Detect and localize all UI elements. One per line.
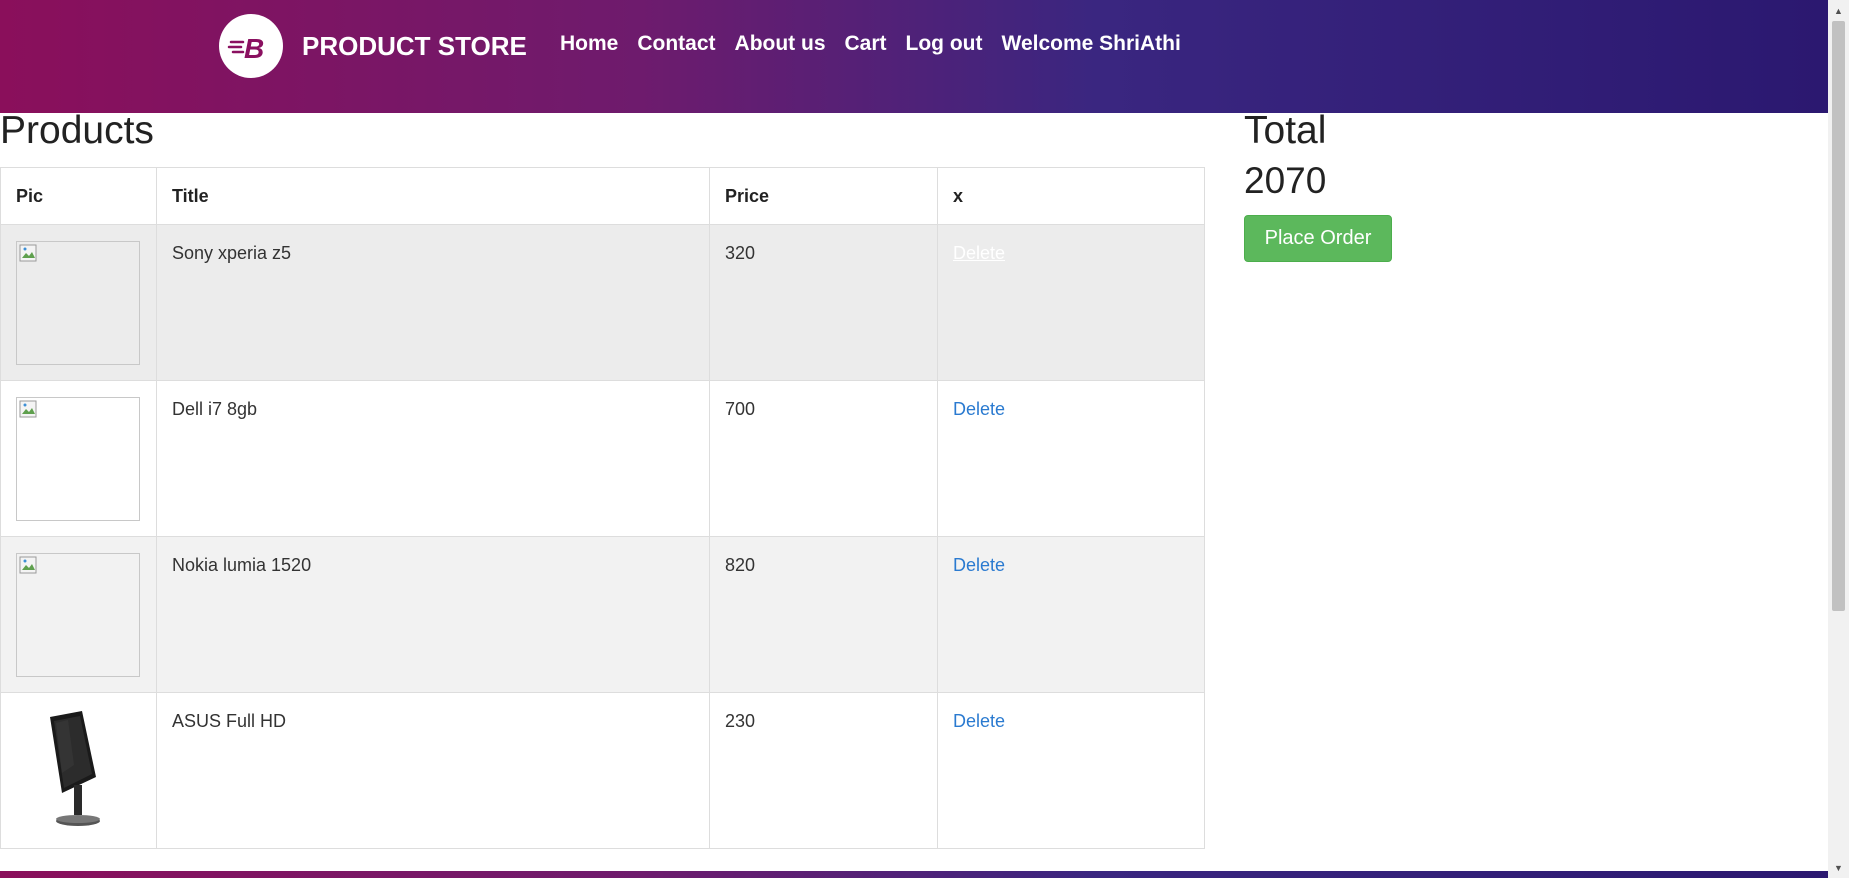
product-price: 230 — [709, 692, 938, 849]
product-price: 820 — [709, 536, 938, 693]
product-title: ASUS Full HD — [156, 692, 710, 849]
product-pic-cell — [0, 536, 157, 693]
product-pic-cell — [0, 224, 157, 381]
column-header-pic: Pic — [0, 167, 157, 225]
vertical-scrollbar[interactable]: ▲ ▼ — [1828, 0, 1849, 878]
svg-text:B: B — [244, 33, 264, 63]
place-order-button[interactable]: Place Order — [1244, 215, 1392, 262]
product-title: Sony xperia z5 — [156, 224, 710, 381]
products-heading: Products — [0, 109, 154, 152]
product-pic-cell — [0, 380, 157, 537]
products-table: Pic Title Price x Sony xperia z5 320 Del… — [0, 167, 1205, 849]
navbar: B PRODUCT STORE Home Contact About us Ca… — [0, 0, 1828, 113]
product-action-cell: Delete — [937, 692, 1205, 849]
nav-about-us[interactable]: About us — [735, 32, 826, 56]
scroll-down-icon[interactable]: ▼ — [1828, 859, 1849, 876]
scroll-up-icon[interactable]: ▲ — [1828, 2, 1849, 19]
page: B PRODUCT STORE Home Contact About us Ca… — [0, 0, 1849, 878]
table-row: Nokia lumia 1520 820 Delete — [0, 536, 1205, 693]
nav-contact[interactable]: Contact — [637, 32, 715, 56]
delete-link[interactable]: Delete — [953, 243, 1005, 263]
product-action-cell: Delete — [937, 536, 1205, 693]
brand-title: PRODUCT STORE — [302, 30, 527, 61]
delete-link[interactable]: Delete — [953, 555, 1005, 575]
product-action-cell: Delete — [937, 380, 1205, 537]
brand[interactable]: B PRODUCT STORE — [219, 14, 527, 78]
broken-image-icon — [16, 241, 140, 365]
nav-cart[interactable]: Cart — [845, 32, 887, 56]
total-heading: Total — [1244, 109, 1327, 152]
broken-image-icon — [16, 553, 140, 677]
column-header-x: x — [937, 167, 1205, 225]
product-price: 320 — [709, 224, 938, 381]
delete-link[interactable]: Delete — [953, 711, 1005, 731]
footer — [0, 871, 1828, 878]
monitor-image — [50, 711, 100, 826]
nav-log-out[interactable]: Log out — [906, 32, 983, 56]
table-row: Sony xperia z5 320 Delete — [0, 224, 1205, 381]
scrollbar-thumb[interactable] — [1832, 21, 1845, 611]
product-price: 700 — [709, 380, 938, 537]
nav-links: Home Contact About us Cart Log out Welco… — [560, 32, 1200, 56]
broken-image-icon — [16, 397, 140, 521]
column-header-price: Price — [709, 167, 938, 225]
table-row: Dell i7 8gb 700 Delete — [0, 380, 1205, 537]
table-header-row: Pic Title Price x — [0, 167, 1205, 225]
delete-link[interactable]: Delete — [953, 399, 1005, 419]
nav-welcome-user[interactable]: Welcome ShriAthi — [1002, 32, 1181, 56]
brand-logo-icon: B — [219, 14, 283, 78]
table-row: ASUS Full HD 230 Delete — [0, 692, 1205, 849]
product-pic-cell — [0, 692, 157, 849]
product-title: Dell i7 8gb — [156, 380, 710, 537]
column-header-title: Title — [156, 167, 710, 225]
product-action-cell: Delete — [937, 224, 1205, 381]
total-value: 2070 — [1244, 160, 1327, 201]
nav-home[interactable]: Home — [560, 32, 618, 56]
product-title: Nokia lumia 1520 — [156, 536, 710, 693]
